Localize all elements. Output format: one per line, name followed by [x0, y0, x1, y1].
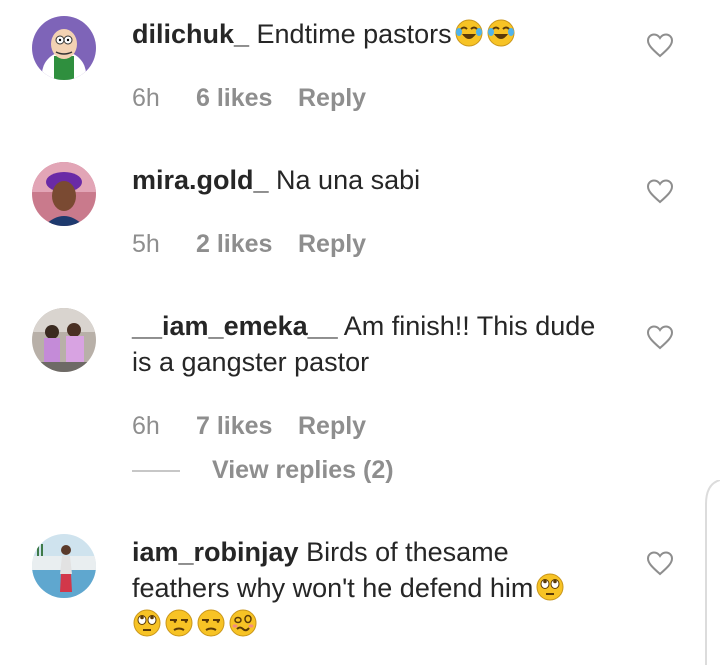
woozy-face-icon — [228, 608, 258, 638]
avatar[interactable] — [32, 16, 96, 80]
comment-time: 5h — [132, 230, 160, 258]
reply-button[interactable]: Reply — [298, 412, 366, 441]
avatar[interactable] — [32, 162, 96, 226]
comment-username[interactable]: mira.gold_ — [132, 165, 269, 195]
view-replies-divider — [132, 470, 180, 472]
comment-time: 6h — [132, 412, 160, 440]
comment-time: 6h — [132, 84, 160, 112]
unamused-face-icon — [164, 608, 194, 638]
comment-text: __iam_emeka__ Am finish!! This dude is a… — [132, 308, 602, 380]
view-replies-button[interactable]: View replies (2) — [212, 456, 394, 485]
face-with-tears-of-joy-icon — [454, 18, 484, 48]
comment-username[interactable]: dilichuk_ — [132, 19, 249, 49]
avatar[interactable] — [32, 534, 96, 598]
comment-body: Endtime pastors — [249, 19, 452, 49]
comment-username[interactable]: iam_robinjay — [132, 537, 299, 567]
likes-count[interactable]: 6 likes — [196, 84, 272, 113]
avatar[interactable] — [32, 308, 96, 372]
heart-outline-icon[interactable] — [646, 32, 674, 58]
heart-outline-icon[interactable] — [646, 324, 674, 350]
comment-username[interactable]: __iam_emeka__ — [132, 311, 338, 341]
comment-text: dilichuk_ Endtime pastors — [132, 16, 602, 52]
face-with-tears-of-joy-icon — [486, 18, 516, 48]
face-with-rolling-eyes-icon — [535, 572, 565, 602]
reply-button[interactable]: Reply — [298, 230, 366, 259]
scroll-edge-shadow — [705, 480, 720, 665]
likes-count[interactable]: 2 likes — [196, 230, 272, 259]
unamused-face-icon — [196, 608, 226, 638]
heart-outline-icon[interactable] — [646, 550, 674, 576]
comment-text: iam_robinjay Birds of thesame feathers w… — [132, 534, 602, 642]
comment-text: mira.gold_ Na una sabi — [132, 162, 602, 198]
comment-body: Na una sabi — [268, 165, 421, 195]
heart-outline-icon[interactable] — [646, 178, 674, 204]
likes-count[interactable]: 7 likes — [196, 412, 272, 441]
face-with-rolling-eyes-icon — [132, 608, 162, 638]
reply-button[interactable]: Reply — [298, 84, 366, 113]
